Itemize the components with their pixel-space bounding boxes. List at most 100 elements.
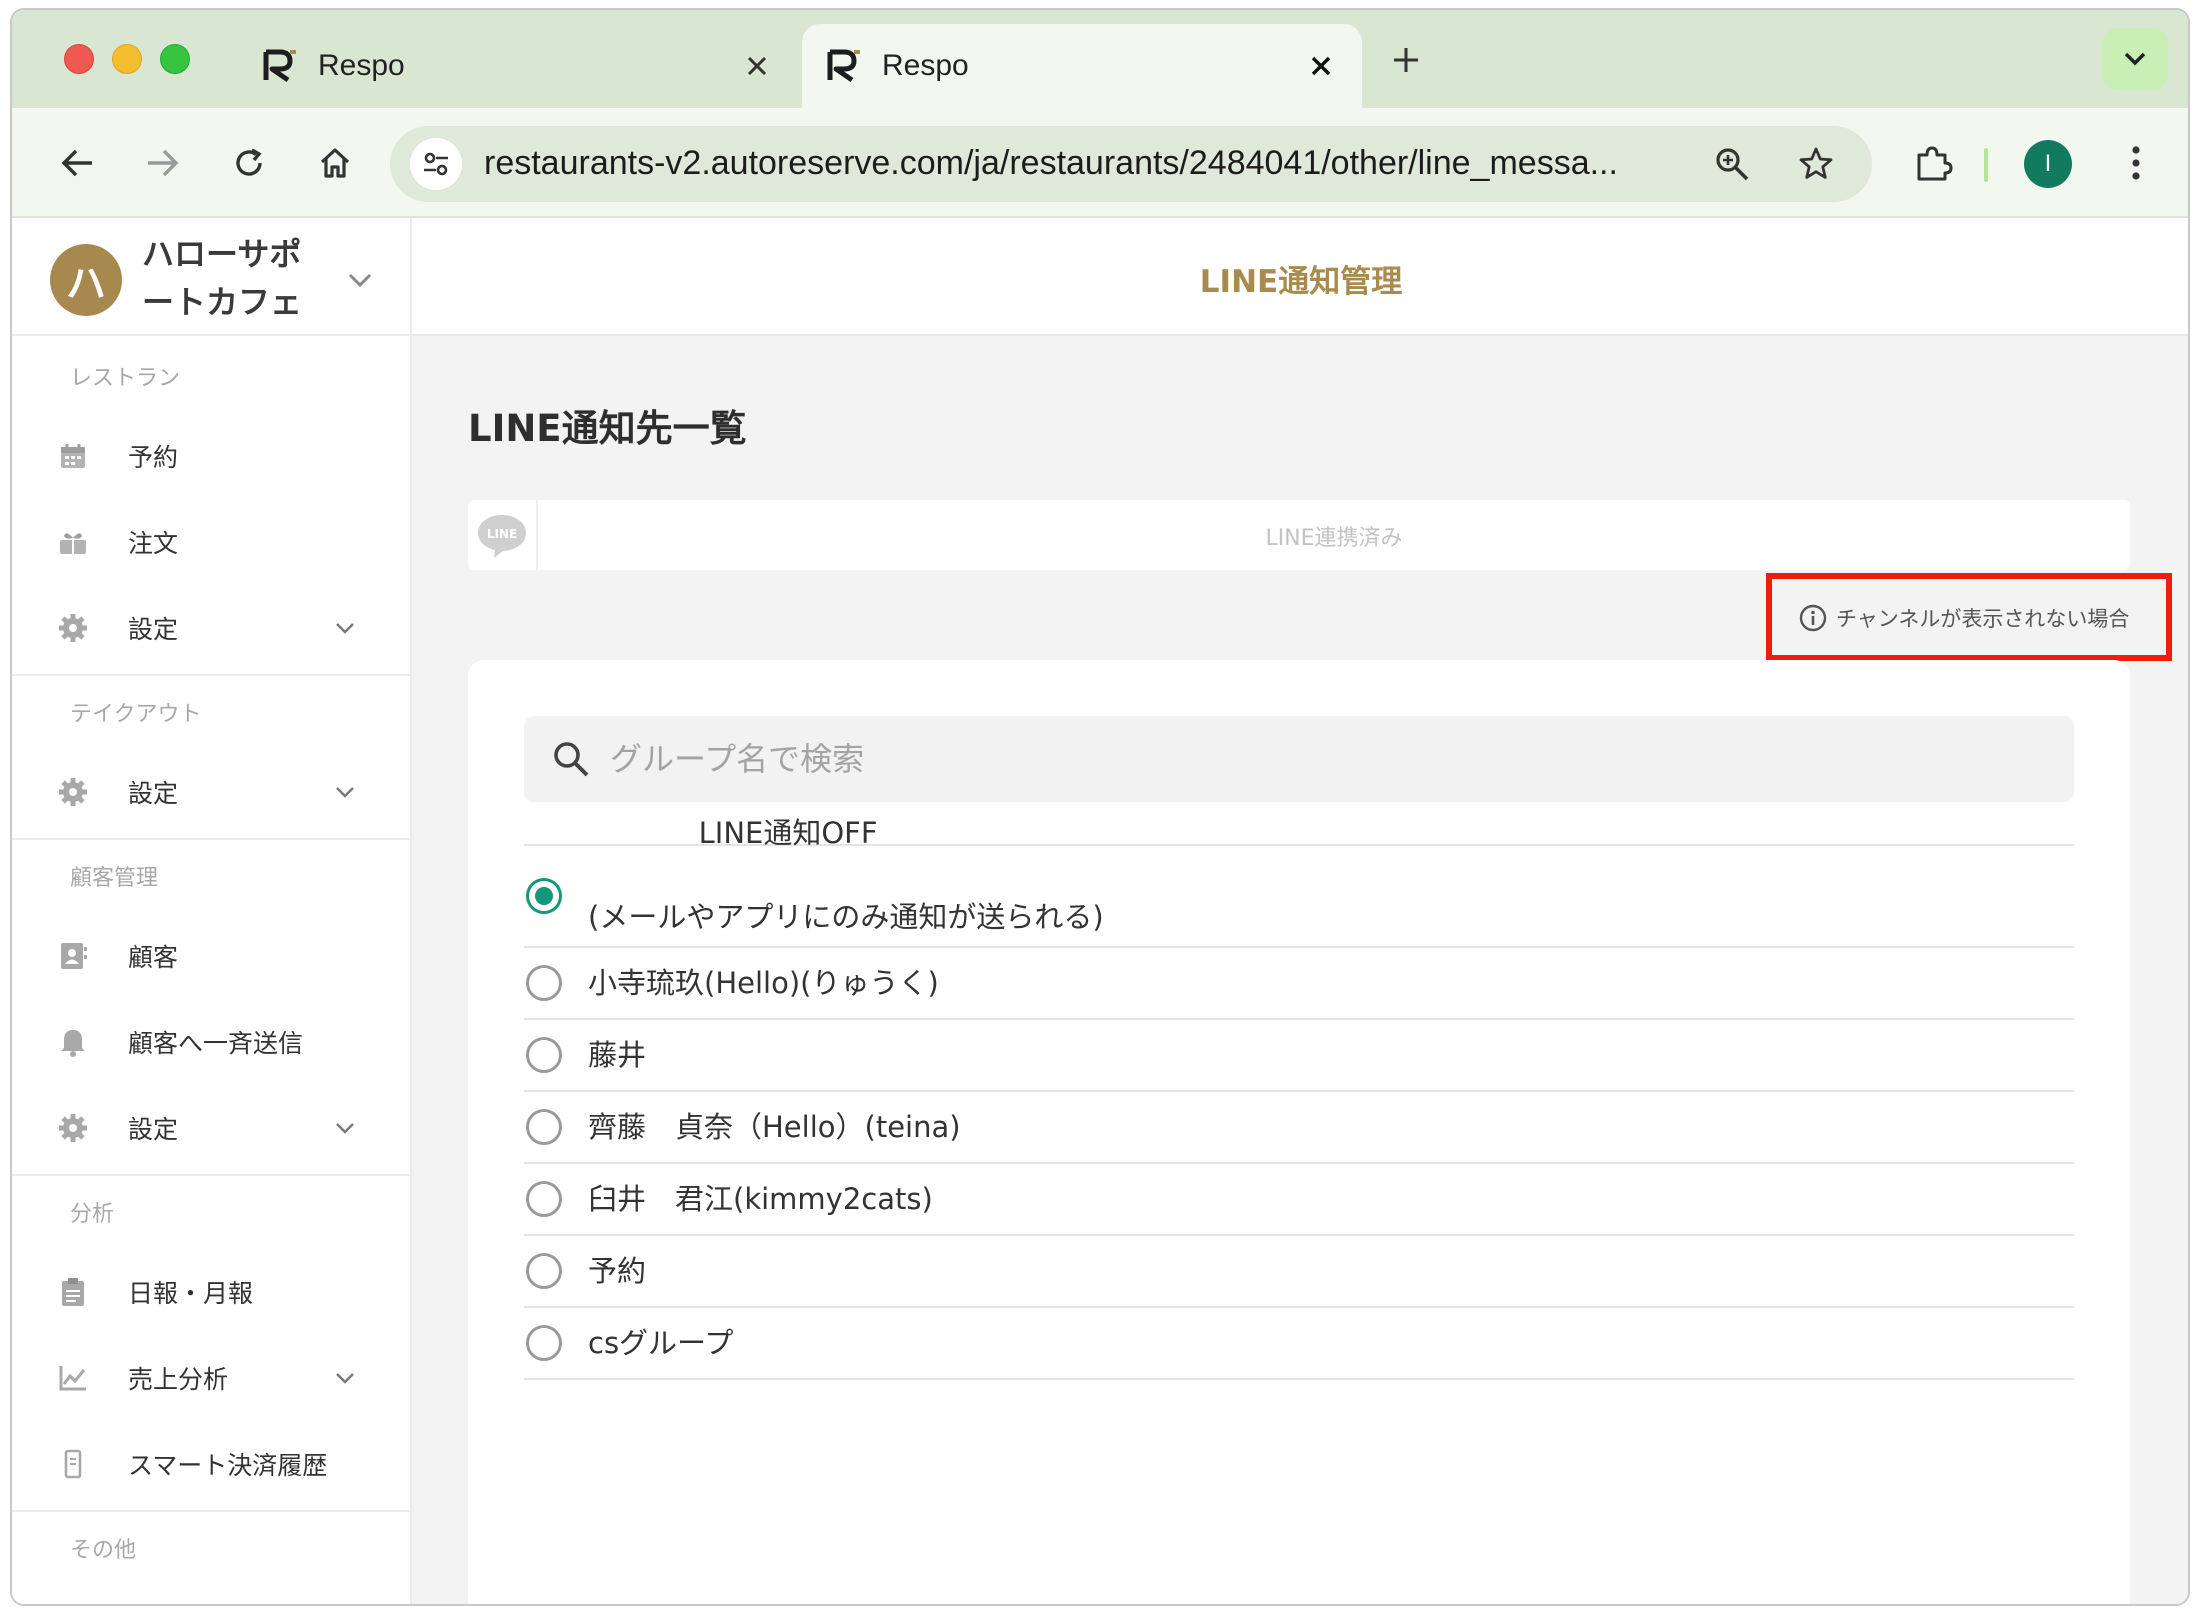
bookmark-star-icon[interactable] [1792,140,1840,188]
contact-book-icon [56,939,90,973]
url-text: restaurants-v2.autoreserve.com/ja/restau… [484,144,1618,182]
clipboard-icon [56,1275,90,1309]
sidebar-item-smart-payment-history[interactable]: スマート決済履歴 [12,1432,412,1496]
sidebar-item-restaurant-settings[interactable]: 設定 [12,596,412,660]
list-item[interactable]: 臼井 君江(kimmy2cats) [524,1164,2074,1236]
sidebar-item-label: 顧客 [128,943,179,972]
section-label-takeout: テイクアウト [70,702,202,727]
sidebar-item-orders[interactable]: 注文 [12,510,412,574]
site-settings-icon[interactable] [410,138,462,190]
help-highlight-box: チャンネルが表示されない場合 [1766,573,2172,661]
close-window-button[interactable] [64,44,94,74]
tab-search-chevron-icon[interactable] [2102,28,2168,90]
list-item[interactable]: csグループ [524,1308,2074,1380]
sidebar-item-label: 予約 [128,443,179,472]
list-item[interactable]: 小寺琉玖(Hello)(りゅうく) [524,948,2074,1020]
browser-tab-2[interactable]: Respo [802,24,1362,108]
sidebar-item-label: 注文 [128,529,179,558]
option-label: csグループ [588,1326,734,1360]
home-icon[interactable] [308,136,362,190]
line-chart-icon [56,1361,90,1395]
sidebar-item-broadcast[interactable]: 顧客へ一斉送信 [12,1010,412,1074]
list-item-line-off[interactable]: LINE通知OFF (メールやアプリにのみ通知が送られる) [524,816,2074,948]
sidebar-item-label: 設定 [128,779,179,808]
radio-button[interactable] [526,965,562,1001]
radio-button[interactable] [526,1109,562,1145]
notification-target-list: LINE通知OFF (メールやアプリにのみ通知が送られる) 小寺琉玖(Hello… [524,816,2074,1380]
gear-icon [56,611,90,645]
tab-title: Respo [882,49,969,82]
sidebar-item-customer-settings[interactable]: 設定 [12,1096,412,1160]
address-bar[interactable]: restaurants-v2.autoreserve.com/ja/restau… [390,126,1872,202]
chevron-down-icon[interactable] [342,262,378,298]
zoom-icon[interactable] [1708,140,1756,188]
chevron-down-icon [330,1363,360,1393]
reload-icon[interactable] [222,136,276,190]
gear-icon [56,775,90,809]
store-name: ハローサポートカフェ [142,235,303,321]
list-item[interactable]: 齊藤 貞奈（Hello）(teina) [524,1092,2074,1164]
line-status-text: LINE連携済み [1265,526,1403,551]
list-item[interactable]: 予約 [524,1236,2074,1308]
header-title: LINE通知管理 [1199,264,1403,300]
sidebar-item-label: 顧客へ一斉送信 [128,1029,304,1058]
radio-button[interactable] [526,1037,562,1073]
sidebar-item-label: 設定 [128,1115,179,1144]
profile-avatar[interactable]: I [2024,140,2072,188]
sidebar-item-label: 日報・月報 [128,1279,254,1308]
gift-icon [56,525,90,559]
option-label: 齊藤 貞奈（Hello）(teina) [588,1110,961,1144]
radio-button[interactable] [526,1325,562,1361]
more-vertical-icon[interactable] [2116,136,2156,190]
minimize-window-button[interactable] [112,44,142,74]
sidebar-item-daily-monthly-report[interactable]: 日報・月報 [12,1260,412,1324]
tab-close-icon[interactable] [1304,49,1338,83]
tab-title: Respo [318,49,405,82]
sidebar-item-sales-analysis[interactable]: 売上分析 [12,1346,412,1410]
tab-close-icon[interactable] [740,49,774,83]
tab-bar: Respo Respo [12,10,2188,108]
option-sublabel: (メールやアプリにのみ通知が送られる) [588,900,1104,934]
section-divider [12,674,412,676]
bell-icon [56,1025,90,1059]
search-icon [550,738,592,780]
section-divider [12,1510,412,1512]
channel-not-shown-help-link[interactable]: チャンネルが表示されない場合 [1798,603,2129,633]
respo-logo-icon [827,49,860,83]
sidebar-item-label: 設定 [128,615,179,644]
new-tab-plus-icon[interactable] [1384,38,1428,82]
section-divider [12,1174,412,1176]
option-title: LINE通知OFF [698,816,878,850]
maximize-window-button[interactable] [160,44,190,74]
option-label: 予約 [588,1254,647,1288]
radio-button[interactable] [526,878,562,914]
line-logo-text: LINE [487,527,517,541]
gear-icon [56,1111,90,1145]
forward-arrow-icon[interactable] [136,136,190,190]
section-label-analysis: 分析 [70,1202,115,1227]
sidebar-item-takeout-settings[interactable]: 設定 [12,760,412,824]
extensions-puzzle-icon[interactable] [1906,136,1960,190]
chevron-down-icon [330,777,360,807]
store-switcher[interactable]: ハ ハローサポートカフェ [12,218,412,336]
notification-target-card: LINE通知OFF (メールやアプリにのみ通知が送られる) 小寺琉玖(Hello… [468,660,2130,1604]
section-label-other: その他 [70,1538,137,1563]
option-label: 臼井 君江(kimmy2cats) [588,1182,933,1216]
browser-window: Respo Respo restaurants-v2.autoreserve.c… [10,8,2190,1606]
sidebar-item-customers[interactable]: 顧客 [12,924,412,988]
radio-button[interactable] [526,1181,562,1217]
sidebar-item-label: スマート決済履歴 [128,1451,328,1480]
main-content: LINE通知管理 LINE通知先一覧 LINE LINE連携済み チャンネルが表… [412,218,2188,1604]
radio-button[interactable] [526,1253,562,1289]
sidebar: ハ ハローサポートカフェ レストラン 予約 注文 設定 テイクアウト 設定 顧客… [12,218,412,1604]
browser-tab-1[interactable]: Respo [238,24,798,108]
section-label-customers: 顧客管理 [70,866,159,891]
option-label: 小寺琉玖(Hello)(りゅうく) [588,966,939,1000]
sidebar-item-reservations[interactable]: 予約 [12,424,412,488]
sidebar-item-label: 売上分析 [128,1365,229,1394]
back-arrow-icon[interactable] [50,136,104,190]
option-label: 藤井 [588,1038,647,1072]
calendar-icon [56,439,90,473]
list-item[interactable]: 藤井 [524,1020,2074,1092]
phone-receipt-icon [56,1447,90,1481]
